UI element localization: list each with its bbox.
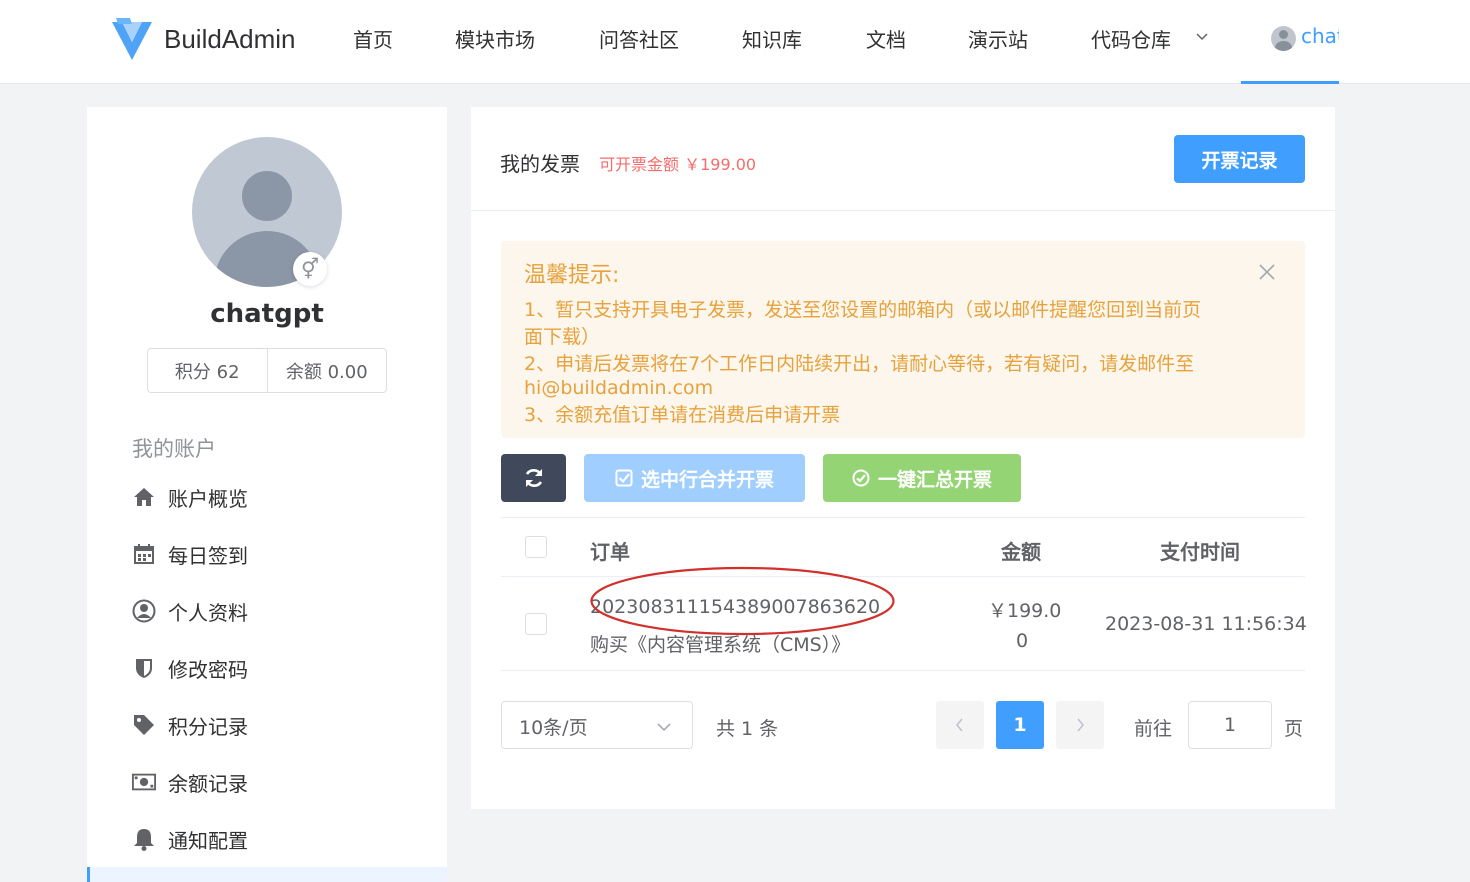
sidebar-item-label: 每日签到 <box>168 543 248 568</box>
nav-user-menu[interactable]: chat <box>1241 0 1339 84</box>
alert-title: 温馨提示: <box>524 263 620 288</box>
next-page-button[interactable] <box>1056 701 1104 749</box>
sidebar-item-label: 个人资料 <box>168 600 248 625</box>
sidebar-item-label: 积分记录 <box>168 714 248 739</box>
alert-line: 1、暂只支持开具电子发票，发送至您设置的邮箱内（或以邮件提醒您回到当前页 <box>524 299 1202 321</box>
row-checkbox[interactable] <box>525 613 547 635</box>
refresh-button[interactable] <box>501 454 566 502</box>
calendar-icon <box>132 542 156 566</box>
user-avatar-icon <box>1271 26 1296 51</box>
sidebar-item-overview[interactable]: 账户概览 <box>132 481 248 513</box>
refresh-icon <box>525 469 542 487</box>
user-sidebar: ⚥ chatgpt 积分 62 余额 0.00 我的账户 账户概览 每日签到 个… <box>87 107 447 882</box>
table-header: 订单 金额 支付时间 <box>501 517 1305 577</box>
profile-username: chatgpt <box>210 299 324 329</box>
alert-line: 面下载） <box>524 326 601 348</box>
points-stat: 积分 62 <box>174 361 240 383</box>
column-amount: 金额 <box>1001 540 1041 564</box>
top-navbar: BuildAdmin 首页 模块市场 问答社区 知识库 文档 演示站 代码仓库 … <box>0 0 1470 84</box>
invoice-card: 我的发票 可开票金额 ￥199.00 开票记录 温馨提示: 1、暂只支持开具电子… <box>471 107 1335 809</box>
goto-suffix: 页 <box>1284 718 1304 740</box>
tag-icon <box>132 713 156 737</box>
nav-module-market[interactable]: 模块市场 <box>455 24 535 53</box>
column-order: 订单 <box>590 540 630 564</box>
goto-label: 前往 <box>1134 718 1173 740</box>
page-size-select[interactable]: 10条/页 <box>501 701 693 749</box>
balance-stat: 余额 0.00 <box>266 349 387 392</box>
sidebar-item-label: 余额记录 <box>168 771 248 796</box>
nav-docs[interactable]: 文档 <box>866 24 906 53</box>
prev-page-button[interactable] <box>936 701 984 749</box>
total-count: 共 1 条 <box>716 718 779 740</box>
money-bill-icon <box>132 770 156 794</box>
page-size-value: 10条/页 <box>519 717 588 739</box>
home-icon <box>132 485 156 509</box>
sidebar-item-label: 通知配置 <box>168 828 248 853</box>
sidebar-item-label: 修改密码 <box>168 657 248 682</box>
invoice-card-header: 我的发票 可开票金额 ￥199.00 开票记录 <box>471 107 1335 211</box>
order-number: 20230831115438900786362​0 <box>590 596 881 618</box>
buildadmin-logo-icon <box>112 18 152 60</box>
brand-logo[interactable]: BuildAdmin <box>108 14 296 64</box>
sidebar-item-change-password[interactable]: 修改密码 <box>132 652 248 684</box>
account-stats: 积分 62 余额 0.00 <box>147 348 387 393</box>
order-amount-line2: 0 <box>1016 630 1029 652</box>
column-paid-time: 支付时间 <box>1160 540 1240 564</box>
goto-page-input[interactable] <box>1188 701 1272 749</box>
gender-unknown-icon: ⚥ <box>293 252 327 286</box>
summary-invoice-label: 一键汇总开票 <box>877 468 992 491</box>
sidebar-item-points-log[interactable]: 积分记录 <box>132 709 248 741</box>
user-circle-icon <box>132 599 156 623</box>
page-button-1[interactable]: 1 <box>996 701 1044 749</box>
nav-code-repo[interactable]: 代码仓库 <box>1091 24 1171 53</box>
nav-user-name: chat <box>1301 24 1339 48</box>
page-title: 我的发票 <box>500 152 580 176</box>
notice-alert: 温馨提示: 1、暂只支持开具电子发票，发送至您设置的邮箱内（或以邮件提醒您回到当… <box>501 241 1305 438</box>
sidebar-item-label: 账户概览 <box>168 486 248 511</box>
select-all-checkbox[interactable] <box>525 536 547 558</box>
menu-section-title: 我的账户 <box>132 437 216 461</box>
check-circle-icon <box>852 469 870 487</box>
order-description: 购买《内容管理系统（CMS）》 <box>590 634 851 656</box>
sidebar-item-active-invoice[interactable] <box>87 867 447 882</box>
order-amount-line1: ￥199.0 <box>988 600 1062 622</box>
alert-line: 2、申请后发票将在7个工作日内陆续开出，请耐心等待，若有疑问，请发邮件至 <box>524 353 1195 375</box>
alert-line: 3、余额充值订单请在消费后申请开票 <box>524 404 841 426</box>
order-paid-time: 2023-08-31 11:56:34 <box>1105 613 1307 635</box>
chevron-right-icon <box>1077 718 1085 732</box>
chevron-left-icon <box>955 718 963 732</box>
sidebar-item-notifications[interactable]: 通知配置 <box>132 823 248 855</box>
nav-qa-community[interactable]: 问答社区 <box>599 24 679 53</box>
summary-invoice-button[interactable]: 一键汇总开票 <box>823 454 1021 502</box>
shield-icon <box>132 656 156 680</box>
nav-home[interactable]: 首页 <box>353 24 393 53</box>
orders-table: 订单 金额 支付时间 20230831115438900786362​0 购买《… <box>501 517 1307 671</box>
close-icon[interactable] <box>1256 261 1278 283</box>
bell-icon <box>132 827 156 851</box>
sidebar-item-checkin[interactable]: 每日签到 <box>132 538 248 570</box>
sidebar-item-profile[interactable]: 个人资料 <box>132 595 248 627</box>
chevron-down-icon[interactable] <box>1195 30 1209 44</box>
avatar-head-shape <box>242 171 292 221</box>
pagination: 10条/页 共 1 条 1 前往 页 <box>501 701 1305 749</box>
brand-name: BuildAdmin <box>164 23 296 54</box>
merge-invoice-button[interactable]: 选中行合并开票 <box>584 454 805 502</box>
invoiceable-amount: 可开票金额 ￥199.00 <box>599 155 757 174</box>
sidebar-item-balance-log[interactable]: 余额记录 <box>132 766 248 798</box>
nav-knowledge-base[interactable]: 知识库 <box>742 24 802 53</box>
alert-line: hi@buildadmin.com <box>524 377 714 399</box>
table-row[interactable]: 20230831115438900786362​0 购买《内容管理系统（CMS）… <box>501 566 1307 671</box>
merge-invoice-label: 选中行合并开票 <box>640 468 774 491</box>
check-square-icon <box>615 469 633 487</box>
invoice-records-button[interactable]: 开票记录 <box>1174 135 1305 183</box>
nav-demo[interactable]: 演示站 <box>968 24 1028 53</box>
chevron-down-icon <box>657 723 671 732</box>
